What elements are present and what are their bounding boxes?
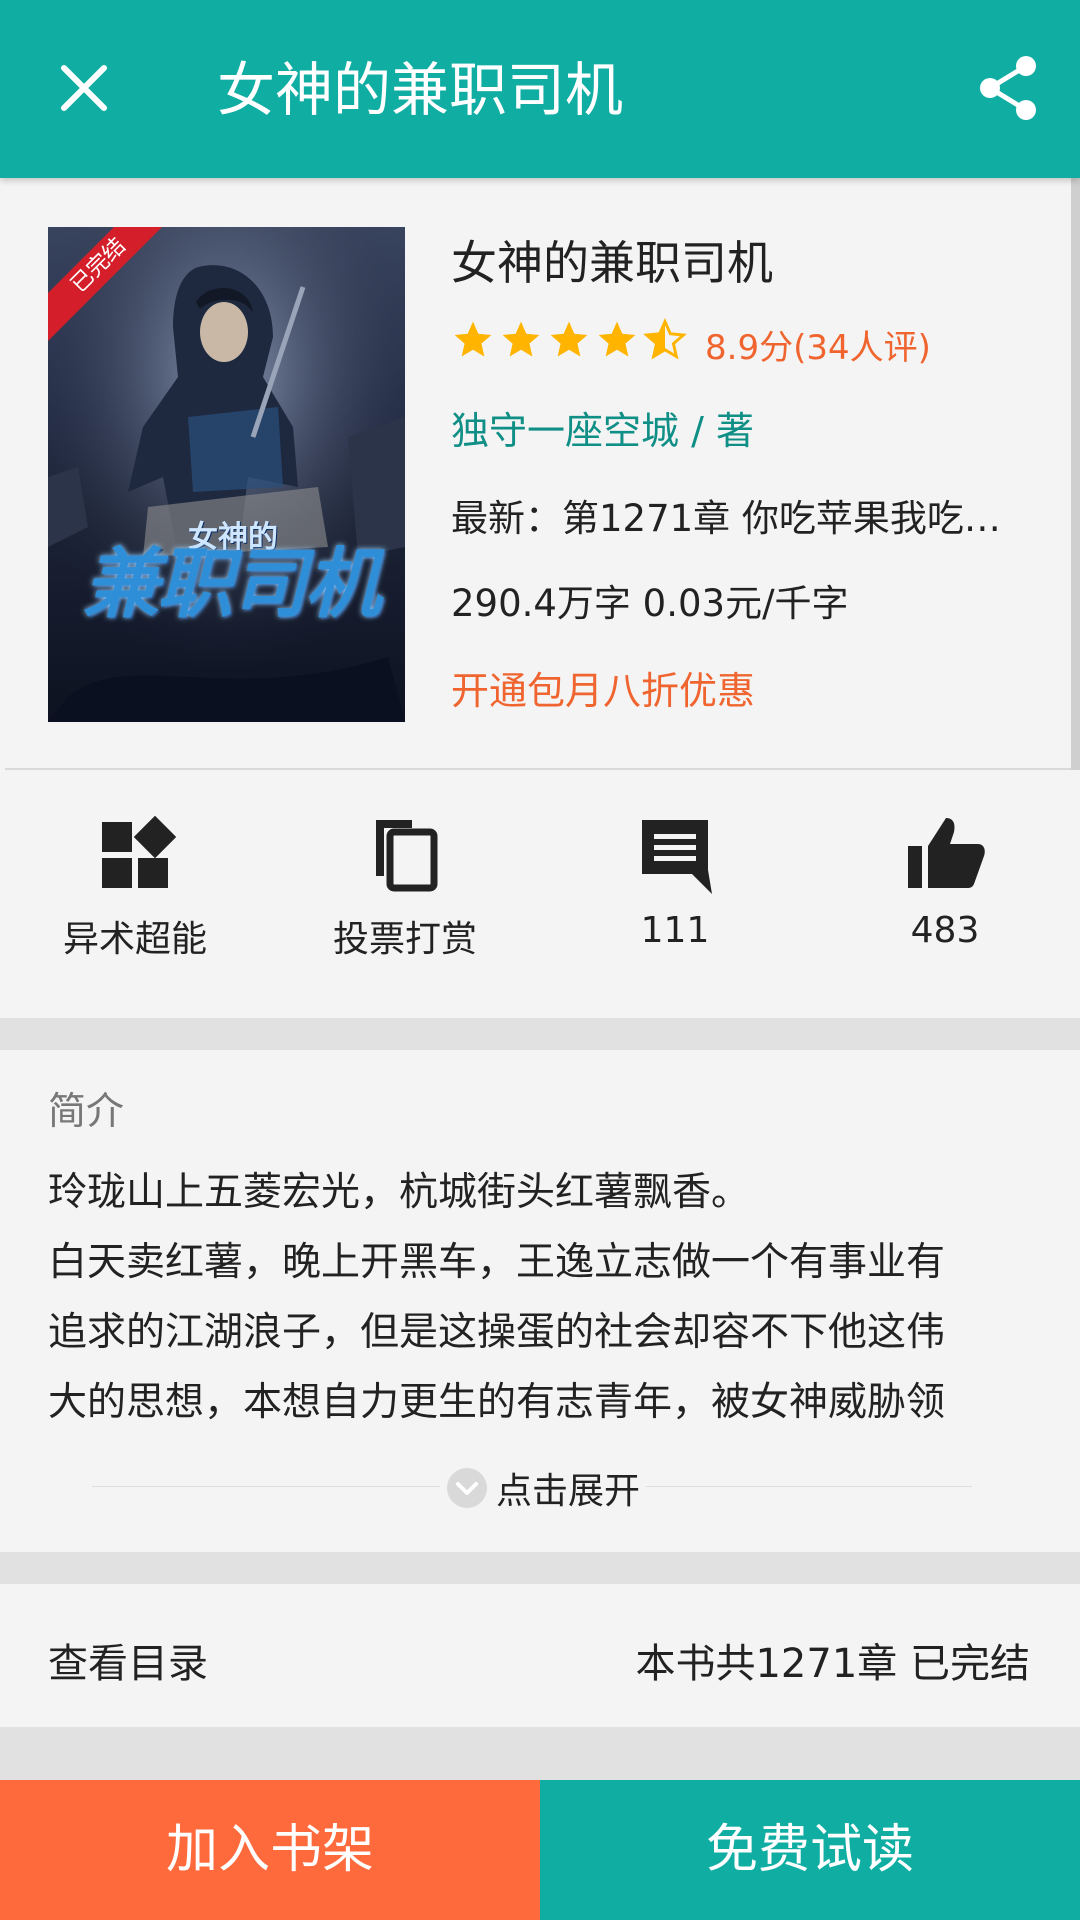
star-full-icon — [550, 321, 588, 357]
cover-title: 兼职司机 — [83, 539, 381, 628]
like-count: 483 — [910, 910, 980, 951]
intro-heading: 简介 — [48, 1089, 125, 1133]
comments-button[interactable]: 111 — [540, 810, 810, 980]
word-count-price: 290.4万字 0.03元/千字 — [451, 582, 849, 625]
close-button[interactable] — [48, 52, 120, 124]
catalog-row[interactable]: 查看目录 本书共1271章 已完结 — [0, 1584, 1080, 1727]
category-button[interactable]: 异术超能 — [0, 810, 270, 980]
add-to-shelf-button[interactable]: 加入书架 — [0, 1780, 540, 1920]
latest-chapter[interactable]: 最新：第1271章 你吃苹果我吃… — [451, 488, 1011, 542]
book-header: 女神的 兼职司机 已完结 女神的兼职司机 8.9分(34人评) 独守一座空城 /… — [0, 178, 1080, 768]
scrollbar[interactable] — [1071, 178, 1080, 783]
star-full-icon — [598, 321, 636, 357]
expand-label: 点击展开 — [496, 1471, 641, 1512]
star-half-icon — [643, 318, 687, 360]
intro-line: 追求的江湖浪子，但是这操蛋的社会却容不下他这伟 — [48, 1310, 946, 1355]
action-row: 异术超能 投票打赏 111 483 — [0, 770, 1080, 1018]
cover-artwork — [48, 227, 405, 722]
section-gap — [0, 1727, 1080, 1780]
vote-reward-button[interactable]: 投票打赏 — [270, 810, 540, 980]
book-title: 女神的兼职司机 — [451, 236, 773, 290]
share-icon — [980, 56, 1036, 120]
close-icon — [61, 65, 107, 111]
category-label: 异术超能 — [62, 919, 207, 960]
chevron-down-circle-icon — [447, 1468, 487, 1508]
intro-section: 简介 玲珑山上五菱宏光，杭城街头红薯飘香。 白天卖红薯，晚上开黑车，王逸立志做一… — [0, 1050, 1080, 1552]
book-cover[interactable]: 女神的 兼职司机 已完结 — [48, 227, 405, 722]
page-title: 女神的兼职司机 — [217, 56, 624, 124]
monthly-promo-link[interactable]: 开通包月八折优惠 — [451, 660, 755, 715]
copy-icon — [376, 820, 438, 892]
like-button[interactable]: 483 — [810, 810, 1080, 980]
section-gap — [0, 1018, 1080, 1050]
section-gap — [0, 1552, 1080, 1584]
expand-button[interactable]: 点击展开 — [440, 1464, 647, 1512]
intro-text: 玲珑山上五菱宏光，杭城街头红薯飘香。 白天卖红薯，晚上开黑车，王逸立志做一个有事… — [48, 1158, 1028, 1438]
comment-count: 111 — [640, 910, 710, 951]
share-button[interactable] — [972, 52, 1044, 124]
chapter-count-status: 本书共1271章 已完结 — [635, 1641, 1030, 1687]
author-link[interactable]: 独守一座空城 / 著 — [451, 400, 754, 455]
category-icon — [102, 815, 177, 888]
free-read-button[interactable]: 免费试读 — [540, 1780, 1080, 1920]
intro-line: 大的思想，本想自力更生的有志青年，被女神威胁领 — [48, 1380, 946, 1425]
top-app-bar: 女神的兼职司机 — [0, 0, 1080, 178]
vote-reward-label: 投票打赏 — [332, 919, 477, 960]
star-full-icon — [454, 321, 492, 357]
comment-icon — [642, 820, 712, 894]
thumbs-up-icon — [908, 818, 985, 888]
intro-line: 白天卖红薯，晚上开黑车，王逸立志做一个有事业有 — [48, 1240, 946, 1285]
catalog-label: 查看目录 — [48, 1641, 208, 1687]
rating-score: 8.9分(34人评) — [705, 328, 931, 368]
rating-stars — [451, 318, 687, 362]
intro-line: 玲珑山上五菱宏光，杭城街头红薯飘香。 — [48, 1170, 751, 1215]
star-full-icon — [502, 321, 540, 357]
